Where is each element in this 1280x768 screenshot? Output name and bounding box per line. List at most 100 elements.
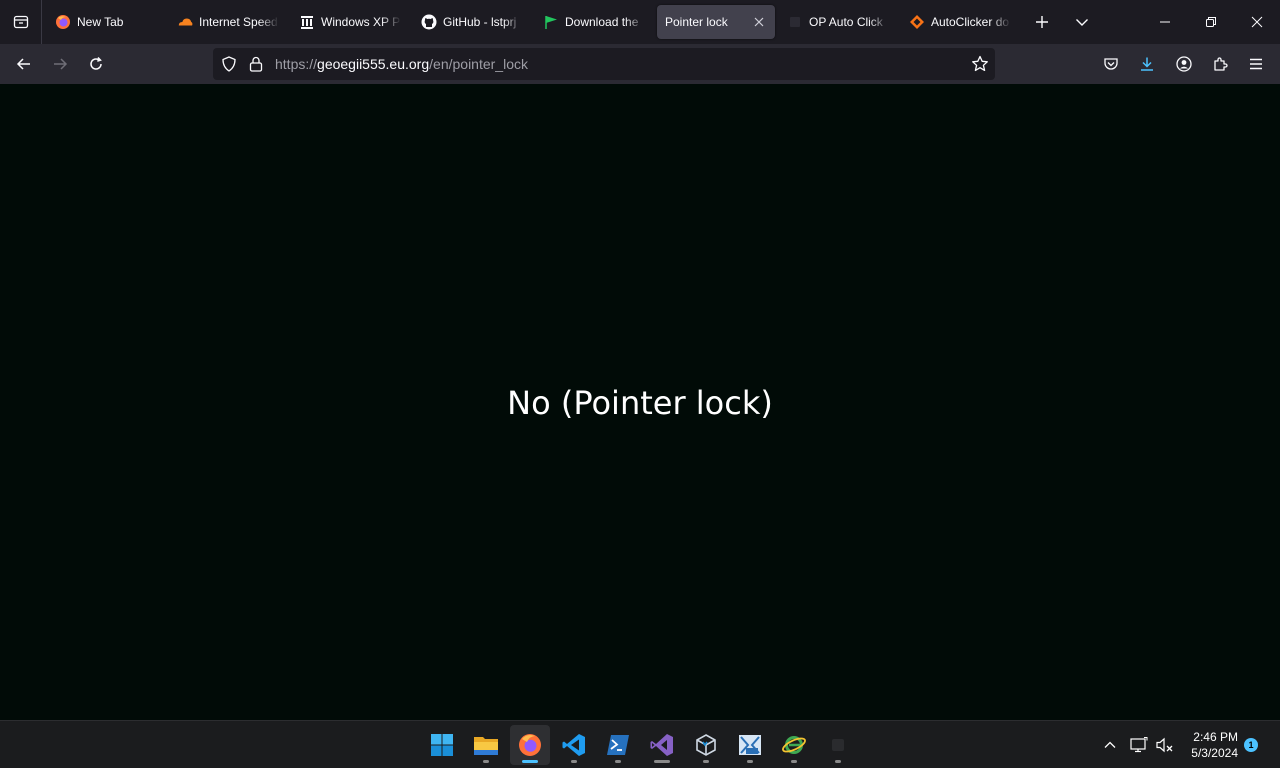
pointer-lock-status-text: No (Pointer lock) <box>507 384 773 422</box>
running-indicator <box>791 760 797 763</box>
taskbar-virtualbox[interactable] <box>686 725 726 765</box>
minimize-button[interactable] <box>1142 0 1188 44</box>
running-indicator <box>483 760 489 763</box>
bookmark-star-icon[interactable] <box>971 55 989 78</box>
running-indicator <box>615 760 621 763</box>
taskbar-firefox[interactable] <box>510 725 550 765</box>
clock-date: 5/3/2024 <box>1191 746 1238 760</box>
notification-badge[interactable]: 1 <box>1244 738 1258 752</box>
chevron-up-icon <box>1104 741 1116 748</box>
navigation-toolbar: https://geoegii555.eu.org/en/pointer_loc… <box>0 44 1280 84</box>
cloudflare-icon <box>177 14 193 30</box>
taskbar-blank-app[interactable] <box>818 725 858 765</box>
autoclicker-icon <box>909 14 925 30</box>
visual-studio-icon <box>650 734 673 756</box>
firefox-view-button[interactable] <box>0 0 42 44</box>
network-icon <box>1130 737 1148 753</box>
minimize-icon <box>1160 21 1170 23</box>
tab-title: AutoClicker do <box>931 15 1010 29</box>
running-indicator <box>654 760 670 763</box>
running-indicator <box>571 760 577 763</box>
chevron-down-icon <box>1076 19 1088 26</box>
close-tab-icon[interactable] <box>751 14 767 30</box>
speaker-muted-icon <box>1156 737 1173 753</box>
app-menu-button[interactable] <box>1240 48 1272 80</box>
tab-windows-xp[interactable]: Windows XP P <box>291 5 409 39</box>
clock[interactable]: 2:46 PM 5/3/2024 <box>1191 729 1238 761</box>
taskbar-msys2[interactable] <box>730 725 770 765</box>
reload-button[interactable] <box>80 48 112 80</box>
tab-title: New Tab <box>77 15 124 29</box>
close-window-button[interactable] <box>1234 0 1280 44</box>
firefox-view-icon <box>13 15 28 29</box>
taskbar-powershell[interactable] <box>598 725 638 765</box>
reload-icon <box>90 56 102 70</box>
running-indicator <box>703 760 709 763</box>
msys2-icon <box>739 735 761 755</box>
url-scheme: https:// <box>275 56 318 72</box>
puzzle-icon <box>1214 57 1228 71</box>
plus-icon <box>1036 16 1048 28</box>
tab-title: Download the <box>565 15 639 29</box>
url-bar[interactable]: https://geoegii555.eu.org/en/pointer_loc… <box>213 48 995 80</box>
virtualbox-icon <box>696 734 716 756</box>
windows-start-icon <box>431 734 453 756</box>
show-hidden-icons-button[interactable] <box>1100 721 1120 768</box>
clock-time: 2:46 PM <box>1193 730 1238 744</box>
taskbar-file-explorer[interactable] <box>466 725 506 765</box>
back-button[interactable] <box>8 48 40 80</box>
tab-strip: New Tab Internet Speed Windows XP P GitH… <box>0 0 1280 44</box>
restore-button[interactable] <box>1188 0 1234 44</box>
running-indicator <box>747 760 753 763</box>
taskbar-vscode[interactable] <box>554 725 594 765</box>
firefox-icon <box>519 734 541 756</box>
firefox-icon <box>55 14 71 30</box>
account-button[interactable] <box>1168 48 1200 80</box>
forward-button[interactable] <box>44 48 76 80</box>
blank-icon <box>787 14 803 30</box>
tab-op-auto-clicker[interactable]: OP Auto Click <box>779 5 897 39</box>
close-icon <box>1251 16 1263 28</box>
account-icon <box>1176 56 1192 72</box>
taskbar-internet-explorer[interactable] <box>774 725 814 765</box>
arrow-right-icon <box>54 58 68 70</box>
running-indicator <box>835 760 841 763</box>
vscode-icon <box>562 734 585 756</box>
network-tray-button[interactable] <box>1128 721 1150 768</box>
tab-autoclicker[interactable]: AutoClicker do <box>901 5 1019 39</box>
tab-download[interactable]: Download the <box>535 5 653 39</box>
blank-icon <box>832 739 844 751</box>
tracking-protection-shield-icon[interactable] <box>221 56 237 77</box>
extensions-button[interactable] <box>1204 48 1236 80</box>
active-indicator <box>522 760 538 763</box>
page-content[interactable]: No (Pointer lock) <box>0 84 1280 720</box>
url-text[interactable]: https://geoegii555.eu.org/en/pointer_loc… <box>275 56 528 72</box>
tab-github[interactable]: GitHub - lstprj <box>413 5 531 39</box>
tab-internet-speed[interactable]: Internet Speed <box>169 5 287 39</box>
tab-new-tab[interactable]: New Tab <box>47 5 165 39</box>
hamburger-icon <box>1250 58 1262 70</box>
url-domain: geoegii555.eu.org <box>317 56 430 72</box>
start-button[interactable] <box>422 725 462 765</box>
windows-taskbar: 2:46 PM 5/3/2024 1 <box>0 720 1280 768</box>
downloads-button[interactable] <box>1131 48 1163 80</box>
tab-list: New Tab Internet Speed Windows XP P GitH… <box>42 0 1023 44</box>
volume-tray-button[interactable] <box>1154 721 1176 768</box>
taskbar-visual-studio[interactable] <box>642 725 682 765</box>
restore-icon <box>1206 17 1216 27</box>
powershell-icon <box>607 735 629 755</box>
download-icon <box>1141 57 1153 71</box>
new-tab-button[interactable] <box>1022 0 1062 44</box>
pocket-button[interactable] <box>1095 48 1127 80</box>
firefox-window: New Tab Internet Speed Windows XP P GitH… <box>0 0 1280 768</box>
pocket-icon <box>1104 58 1118 70</box>
tab-title: Pointer lock <box>665 15 728 29</box>
archive-org-icon <box>299 14 315 30</box>
tab-pointer-lock[interactable]: Pointer lock <box>657 5 775 39</box>
list-all-tabs-button[interactable] <box>1062 0 1102 44</box>
ie-icon <box>782 736 806 754</box>
github-icon <box>421 14 437 30</box>
tab-title: Internet Speed <box>199 15 278 29</box>
tab-title: OP Auto Click <box>809 15 883 29</box>
lock-icon[interactable] <box>249 56 263 77</box>
